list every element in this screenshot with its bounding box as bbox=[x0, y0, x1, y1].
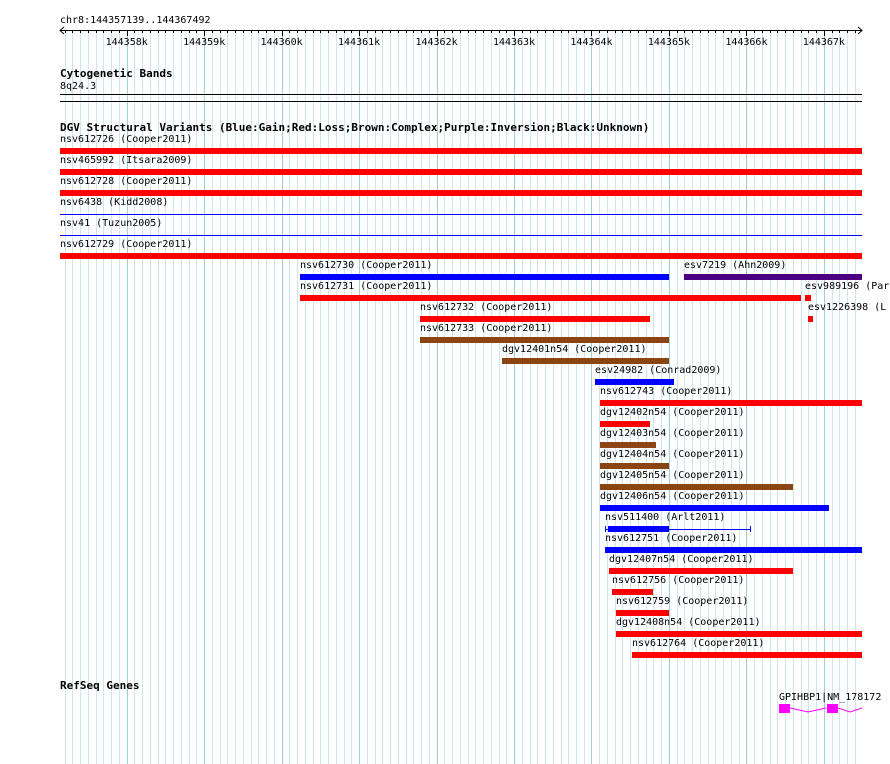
refseq-track-title: RefSeq Genes bbox=[60, 679, 140, 692]
variant-label: nsv612730 (Cooper2011) bbox=[300, 260, 433, 271]
variant-label: dgv12406n54 (Cooper2011) bbox=[600, 491, 745, 502]
variant-bar[interactable] bbox=[616, 610, 669, 616]
variant-bar[interactable] bbox=[60, 235, 862, 236]
variant-label: nsv612732 (Cooper2011) bbox=[420, 302, 553, 313]
variant-bar[interactable] bbox=[600, 463, 669, 469]
variant-end-cap bbox=[750, 526, 751, 532]
variant-bar[interactable] bbox=[600, 442, 656, 448]
variant-bar[interactable] bbox=[600, 421, 650, 427]
variant-end-cap bbox=[605, 526, 606, 532]
refseq-gene-label[interactable]: GPIHBP1|NM_178172 bbox=[779, 692, 881, 704]
variant-label: dgv12408n54 (Cooper2011) bbox=[616, 617, 761, 628]
variant-label: nsv612743 (Cooper2011) bbox=[600, 386, 733, 397]
variant-label: nsv612764 (Cooper2011) bbox=[632, 638, 765, 649]
variant-bar[interactable] bbox=[595, 379, 674, 385]
variant-label: dgv12407n54 (Cooper2011) bbox=[609, 554, 754, 565]
variant-bar[interactable] bbox=[605, 547, 862, 553]
variant-label: dgv12401n54 (Cooper2011) bbox=[502, 344, 647, 355]
variant-label: nsv465992 (Itsara2009) bbox=[60, 155, 193, 166]
variant-label: esv989196 (Par bbox=[805, 281, 890, 292]
variant-bar[interactable] bbox=[300, 274, 669, 280]
variant-bar[interactable] bbox=[805, 295, 811, 301]
variant-bar[interactable] bbox=[60, 214, 862, 215]
variant-label: dgv12403n54 (Cooper2011) bbox=[600, 428, 745, 439]
variant-label: nsv511400 (Arlt2011) bbox=[605, 512, 726, 523]
variant-bar[interactable] bbox=[616, 631, 862, 637]
variant-bar[interactable] bbox=[612, 589, 653, 595]
variant-bar[interactable] bbox=[420, 337, 669, 343]
variant-bar[interactable] bbox=[600, 484, 793, 490]
variant-bar[interactable] bbox=[60, 190, 862, 196]
variant-label: esv7219 (Ahn2009) bbox=[684, 260, 787, 271]
variant-bar[interactable] bbox=[502, 358, 669, 364]
variant-label: nsv612756 (Cooper2011) bbox=[612, 575, 745, 586]
variant-label: nsv612728 (Cooper2011) bbox=[60, 176, 193, 187]
variant-label: nsv612731 (Cooper2011) bbox=[300, 281, 433, 292]
variant-bar[interactable] bbox=[60, 253, 862, 259]
variant-label: dgv12402n54 (Cooper2011) bbox=[600, 407, 745, 418]
variant-label: esv24982 (Conrad2009) bbox=[595, 365, 722, 376]
dgv-track: nsv612726 (Cooper2011) nsv465992 (Itsara2… bbox=[0, 0, 890, 764]
variant-bar[interactable] bbox=[684, 274, 862, 280]
variant-label: nsv41 (Tuzun2005) bbox=[60, 218, 163, 229]
variant-label: nsv6438 (Kidd2008) bbox=[60, 197, 169, 208]
variant-label: nsv612733 (Cooper2011) bbox=[420, 323, 553, 334]
variant-bar[interactable] bbox=[60, 169, 862, 175]
variant-bar[interactable] bbox=[608, 526, 669, 532]
variant-bar[interactable] bbox=[300, 295, 801, 301]
variant-label: nsv612729 (Cooper2011) bbox=[60, 239, 193, 250]
variant-label: nsv612726 (Cooper2011) bbox=[60, 134, 193, 145]
variant-label: dgv12405n54 (Cooper2011) bbox=[600, 470, 745, 481]
variant-bar[interactable] bbox=[600, 505, 829, 511]
variant-label: esv1226398 (L bbox=[808, 302, 887, 313]
variant-bar[interactable] bbox=[60, 148, 862, 154]
variant-bar[interactable] bbox=[600, 400, 862, 406]
variant-label: nsv612751 (Cooper2011) bbox=[605, 533, 738, 544]
variant-bar[interactable] bbox=[420, 316, 650, 322]
variant-bar[interactable] bbox=[632, 652, 862, 658]
variant-label: nsv612759 (Cooper2011) bbox=[616, 596, 749, 607]
variant-bar[interactable] bbox=[808, 316, 813, 322]
variant-label: dgv12404n54 (Cooper2011) bbox=[600, 449, 745, 460]
variant-bar[interactable] bbox=[609, 568, 793, 574]
